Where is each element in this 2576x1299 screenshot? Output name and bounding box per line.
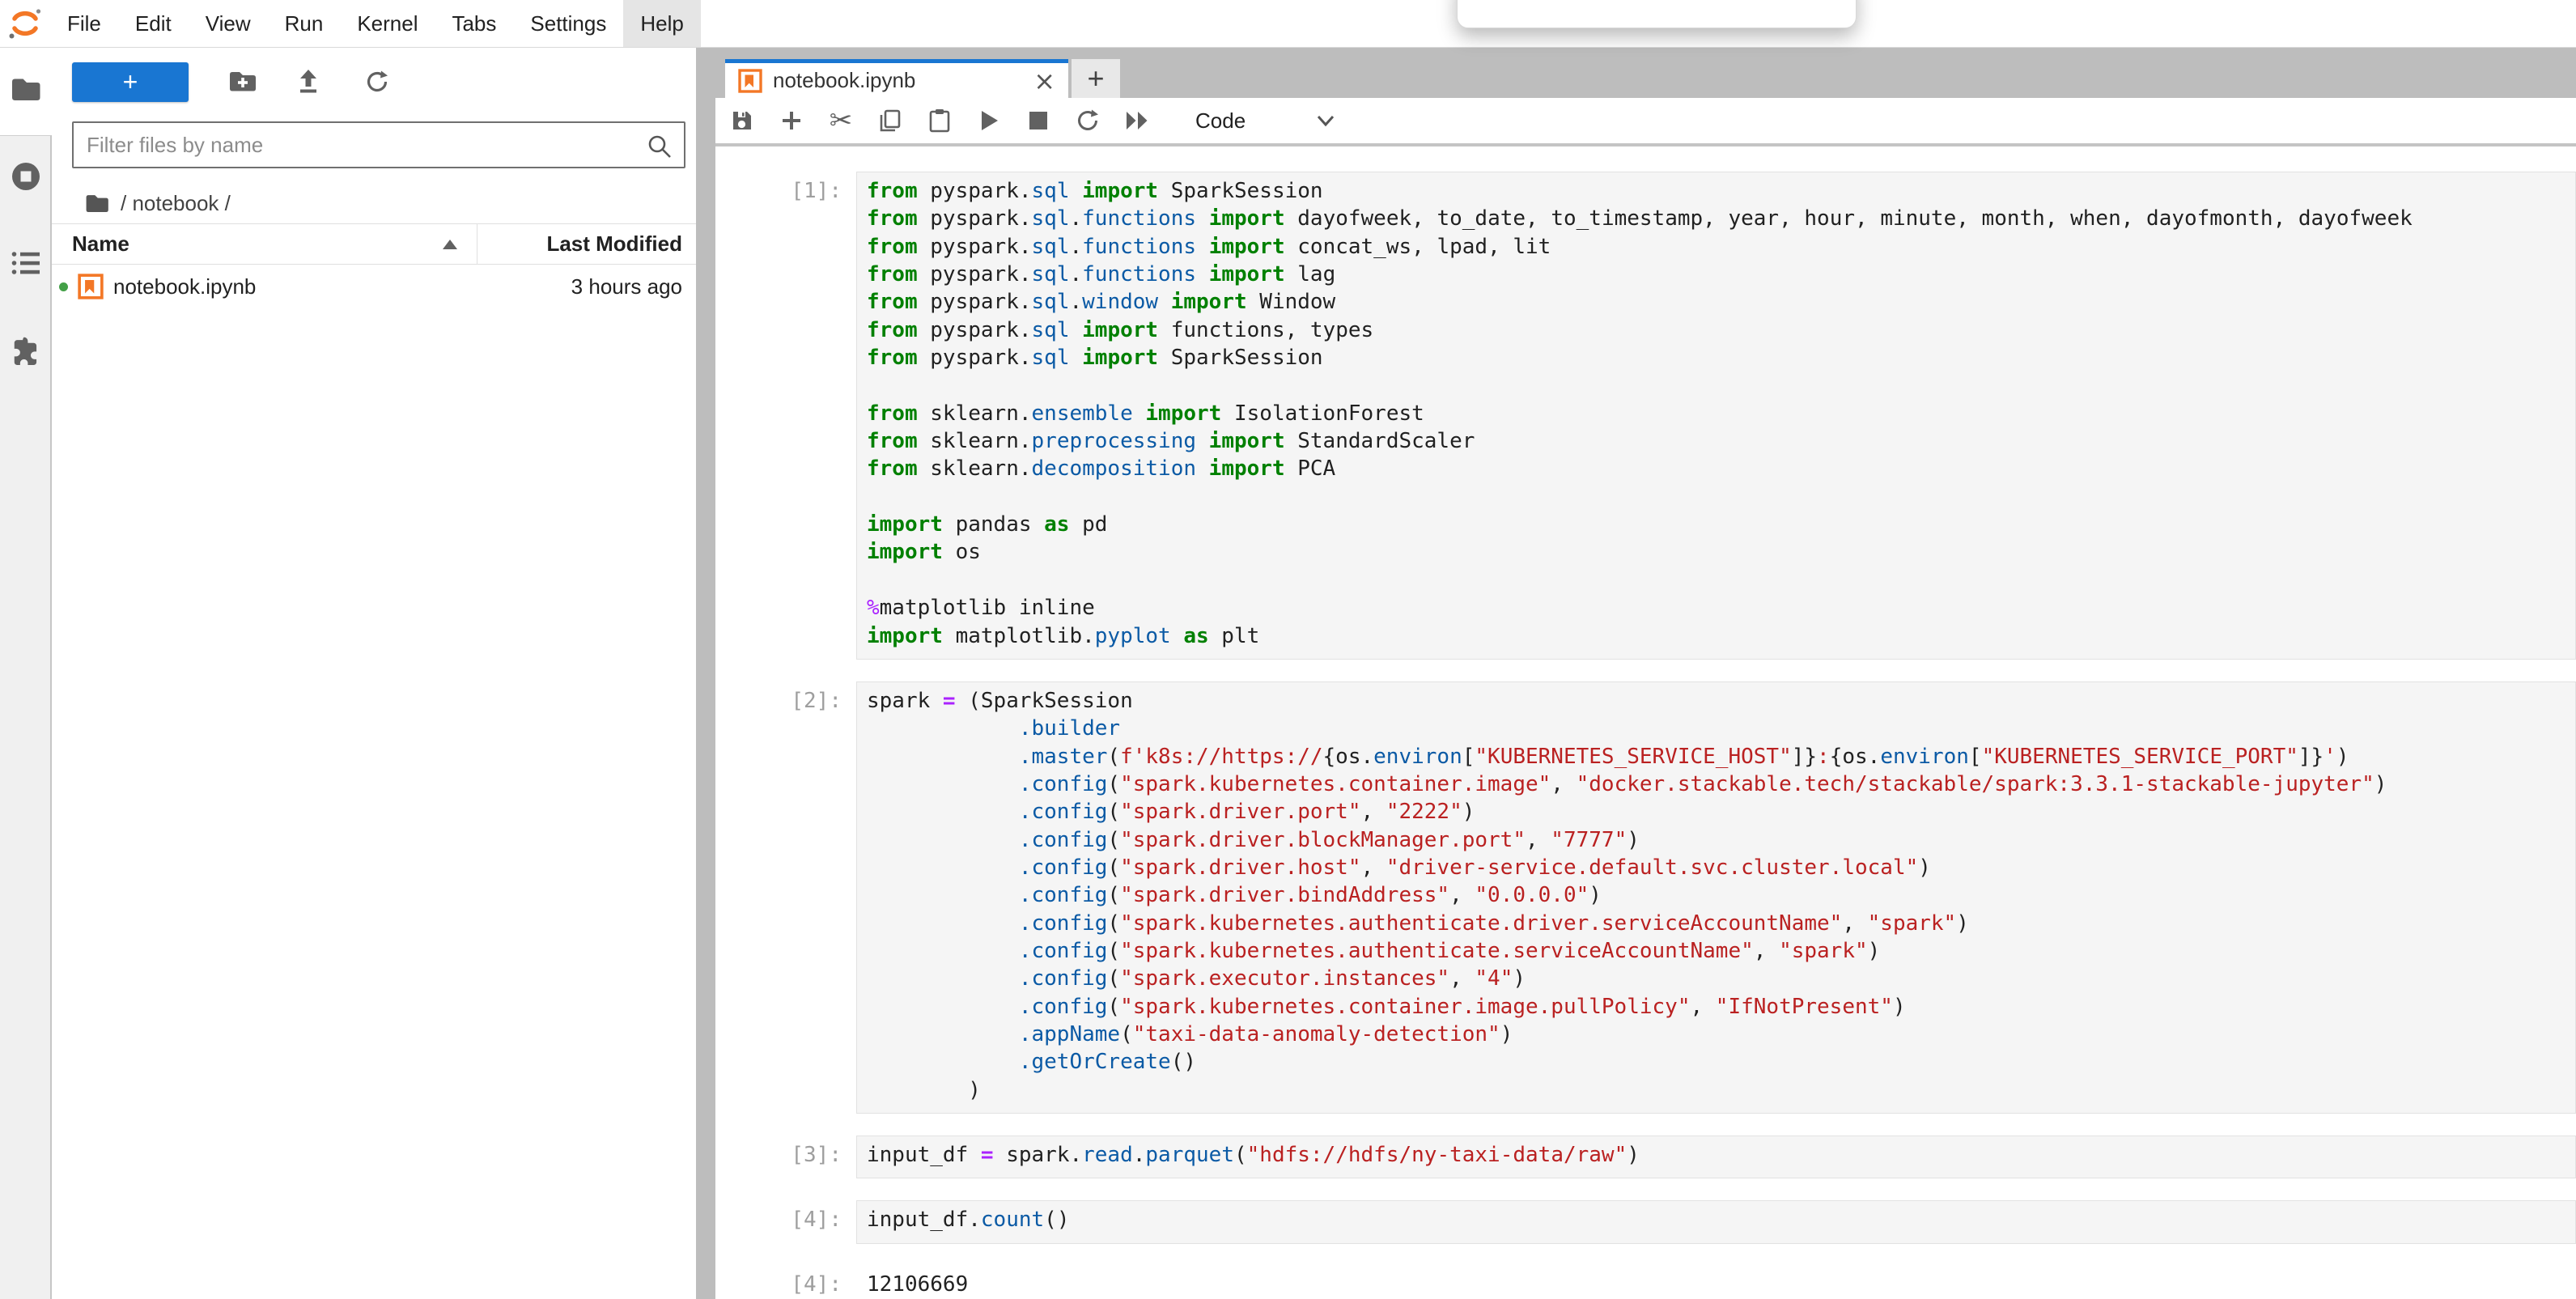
- cell-prompt: [3]:: [715, 1136, 856, 1178]
- home-folder-icon: [85, 193, 109, 213]
- table-of-contents-icon[interactable]: [11, 250, 40, 276]
- menu-item-run[interactable]: Run: [268, 0, 341, 47]
- activity-bar: [0, 135, 52, 1299]
- running-kernels-icon[interactable]: [11, 161, 41, 192]
- extensions-icon[interactable]: [11, 334, 41, 365]
- column-header-modified[interactable]: Last Modified: [477, 224, 696, 264]
- menu-item-kernel[interactable]: Kernel: [340, 0, 435, 47]
- save-icon[interactable]: [730, 108, 754, 133]
- browser-popup[interactable]: github.com: [1457, 0, 1857, 28]
- chevron-down-icon[interactable]: [1316, 114, 1335, 127]
- file-name: notebook.ipynb: [113, 274, 256, 299]
- new-launcher-button[interactable]: +: [72, 62, 189, 102]
- file-browser-panel: +: [52, 48, 696, 1299]
- menu-items: FileEditViewRunKernelTabsSettingsHelp: [50, 0, 701, 47]
- output-text: 12106669: [856, 1265, 2576, 1297]
- file-browser-toolbar: +: [52, 59, 696, 104]
- cell-prompt: [2]:: [715, 681, 856, 1114]
- cut-cells-icon[interactable]: ✂: [829, 108, 853, 133]
- notebook-tab-icon: [738, 69, 762, 93]
- notebook-panel: notebook.ipynb × + ✂: [715, 48, 2576, 1299]
- new-tab-button[interactable]: +: [1072, 59, 1120, 98]
- refresh-button[interactable]: [365, 68, 393, 96]
- upload-button[interactable]: [297, 68, 325, 96]
- cell: [1]:from pyspark.sql import SparkSession…: [715, 172, 2576, 660]
- restart-kernel-icon[interactable]: [1076, 108, 1100, 133]
- notebook-file-icon: [78, 274, 104, 299]
- search-icon: [647, 134, 673, 159]
- menu-bar: FileEditViewRunKernelTabsSettingsHelp: [0, 0, 2576, 48]
- jupyter-logo-icon: [0, 0, 50, 47]
- file-browser-icon[interactable]: [11, 77, 41, 101]
- run-cell-icon[interactable]: [977, 108, 1001, 133]
- filter-box: [72, 121, 685, 168]
- file-list-header: Name Last Modified: [52, 223, 696, 265]
- breadcrumb-path: / notebook /: [121, 191, 231, 216]
- menu-item-view[interactable]: View: [189, 0, 268, 47]
- menu-item-help[interactable]: Help: [623, 0, 700, 47]
- cell-editor[interactable]: input_df.count(): [856, 1200, 2576, 1243]
- cell-type-dropdown[interactable]: Code: [1195, 108, 1246, 134]
- cell: [2]:spark = (SparkSession .builder .mast…: [715, 681, 2576, 1114]
- notebook-content[interactable]: [1]:from pyspark.sql import SparkSession…: [715, 146, 2576, 1299]
- menu-item-settings[interactable]: Settings: [513, 0, 623, 47]
- cell-editor[interactable]: spark = (SparkSession .builder .master(f…: [856, 681, 2576, 1114]
- cell-prompt: [4]:: [715, 1200, 856, 1243]
- restart-run-all-icon[interactable]: [1125, 108, 1149, 133]
- menu-item-tabs[interactable]: Tabs: [435, 0, 513, 47]
- file-modified: 3 hours ago: [571, 274, 696, 299]
- column-header-name[interactable]: Name: [52, 231, 477, 257]
- paste-cells-icon[interactable]: [927, 108, 952, 133]
- tab-close-icon[interactable]: ×: [1033, 68, 1055, 94]
- kernel-running-dot: [59, 282, 68, 291]
- cell: [4]:input_df.count(): [715, 1200, 2576, 1243]
- cell-editor[interactable]: from pyspark.sql import SparkSessionfrom…: [856, 172, 2576, 660]
- cell-prompt: [1]:: [715, 172, 856, 660]
- breadcrumb[interactable]: / notebook /: [85, 189, 231, 218]
- output-prompt: [4]:: [715, 1265, 856, 1297]
- file-list-item[interactable]: notebook.ipynb 3 hours ago: [52, 265, 696, 308]
- notebook-toolbar: ✂ C: [715, 98, 2576, 146]
- cells: [1]:from pyspark.sql import SparkSession…: [715, 172, 2576, 1297]
- cell-output: [4]:12106669: [715, 1265, 2576, 1297]
- new-folder-button[interactable]: [229, 68, 257, 96]
- menu-item-file[interactable]: File: [50, 0, 118, 47]
- tab-bar: notebook.ipynb × +: [715, 48, 2576, 98]
- stop-kernel-icon[interactable]: [1026, 108, 1050, 133]
- cell: [3]:input_df = spark.read.parquet("hdfs:…: [715, 1136, 2576, 1178]
- cell-editor[interactable]: input_df = spark.read.parquet("hdfs://hd…: [856, 1136, 2576, 1178]
- insert-cell-icon[interactable]: [779, 108, 804, 133]
- filter-files-input[interactable]: [74, 123, 684, 167]
- sort-ascending-icon: [443, 240, 457, 249]
- tab-title: notebook.ipynb: [773, 68, 915, 93]
- tab-notebook[interactable]: notebook.ipynb ×: [725, 59, 1068, 98]
- menu-item-edit[interactable]: Edit: [118, 0, 189, 47]
- copy-cells-icon[interactable]: [878, 108, 902, 133]
